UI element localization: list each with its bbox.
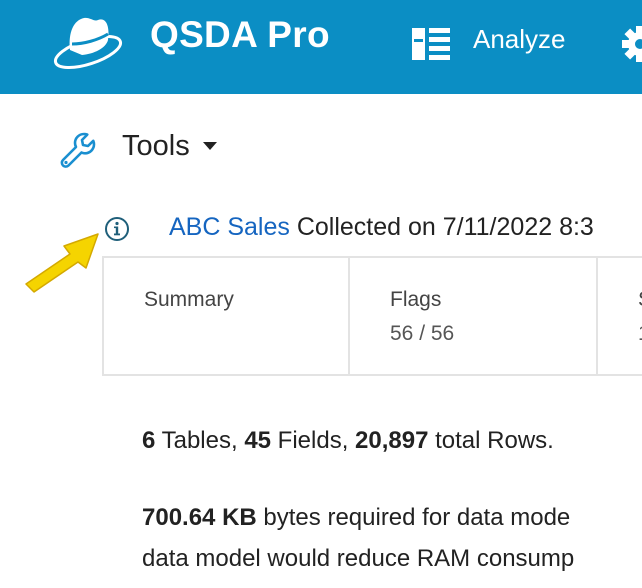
analyze-label: Analyze: [473, 24, 566, 54]
tools-menu-button[interactable]: Tools: [58, 126, 228, 170]
yellow-arrow-icon: [25, 233, 99, 293]
rows-text: total Rows.: [428, 427, 554, 454]
app-collected-line: ABC Sales Collected on 7/11/2022 8:3: [169, 213, 594, 242]
app-name-link[interactable]: ABC Sales: [169, 213, 290, 241]
memory-line: 700.64 KB bytes required for data mode: [142, 504, 570, 532]
wrench-icon: [60, 132, 96, 168]
tab-third-label: S: [638, 288, 642, 312]
tab-third[interactable]: S 1: [598, 258, 642, 374]
memory-size: 700.64 KB: [142, 504, 257, 531]
dashboard-icon: [412, 28, 450, 60]
hat-logo-icon[interactable]: [50, 10, 126, 72]
tab-flags-value: 56 / 56: [390, 322, 455, 345]
info-circle-icon[interactable]: [104, 216, 130, 242]
caret-down-icon: [203, 142, 217, 150]
fields-count: 45: [244, 427, 272, 454]
analyze-button[interactable]: Analyze: [412, 22, 582, 62]
collected-text: Collected on 7/11/2022 8:3: [289, 213, 594, 241]
rows-count: 20,897: [355, 427, 429, 454]
tab-summary-label: Summary: [144, 288, 234, 311]
memory-line-2: data model would reduce RAM consump: [142, 545, 575, 572]
app-title: QSDA Pro: [150, 14, 330, 55]
tab-third-value: 1: [638, 322, 642, 346]
tables-text: Tables,: [155, 427, 245, 454]
tables-count: 6: [142, 427, 156, 454]
fields-text: Fields,: [271, 427, 356, 454]
gear-icon[interactable]: [620, 24, 642, 64]
top-header-bar: QSDA Pro Analyze: [0, 0, 642, 94]
analysis-tabs: Summary Flags 56 / 56 S 1: [102, 256, 642, 376]
model-stats-line: 6 Tables, 45 Fields, 20,897 total Rows.: [142, 427, 554, 455]
tab-flags-label: Flags: [390, 288, 442, 311]
memory-text: bytes required for data mode: [256, 504, 571, 531]
tab-summary[interactable]: Summary: [104, 258, 350, 374]
tools-label: Tools: [122, 130, 190, 162]
tab-flags[interactable]: Flags 56 / 56: [350, 258, 598, 374]
